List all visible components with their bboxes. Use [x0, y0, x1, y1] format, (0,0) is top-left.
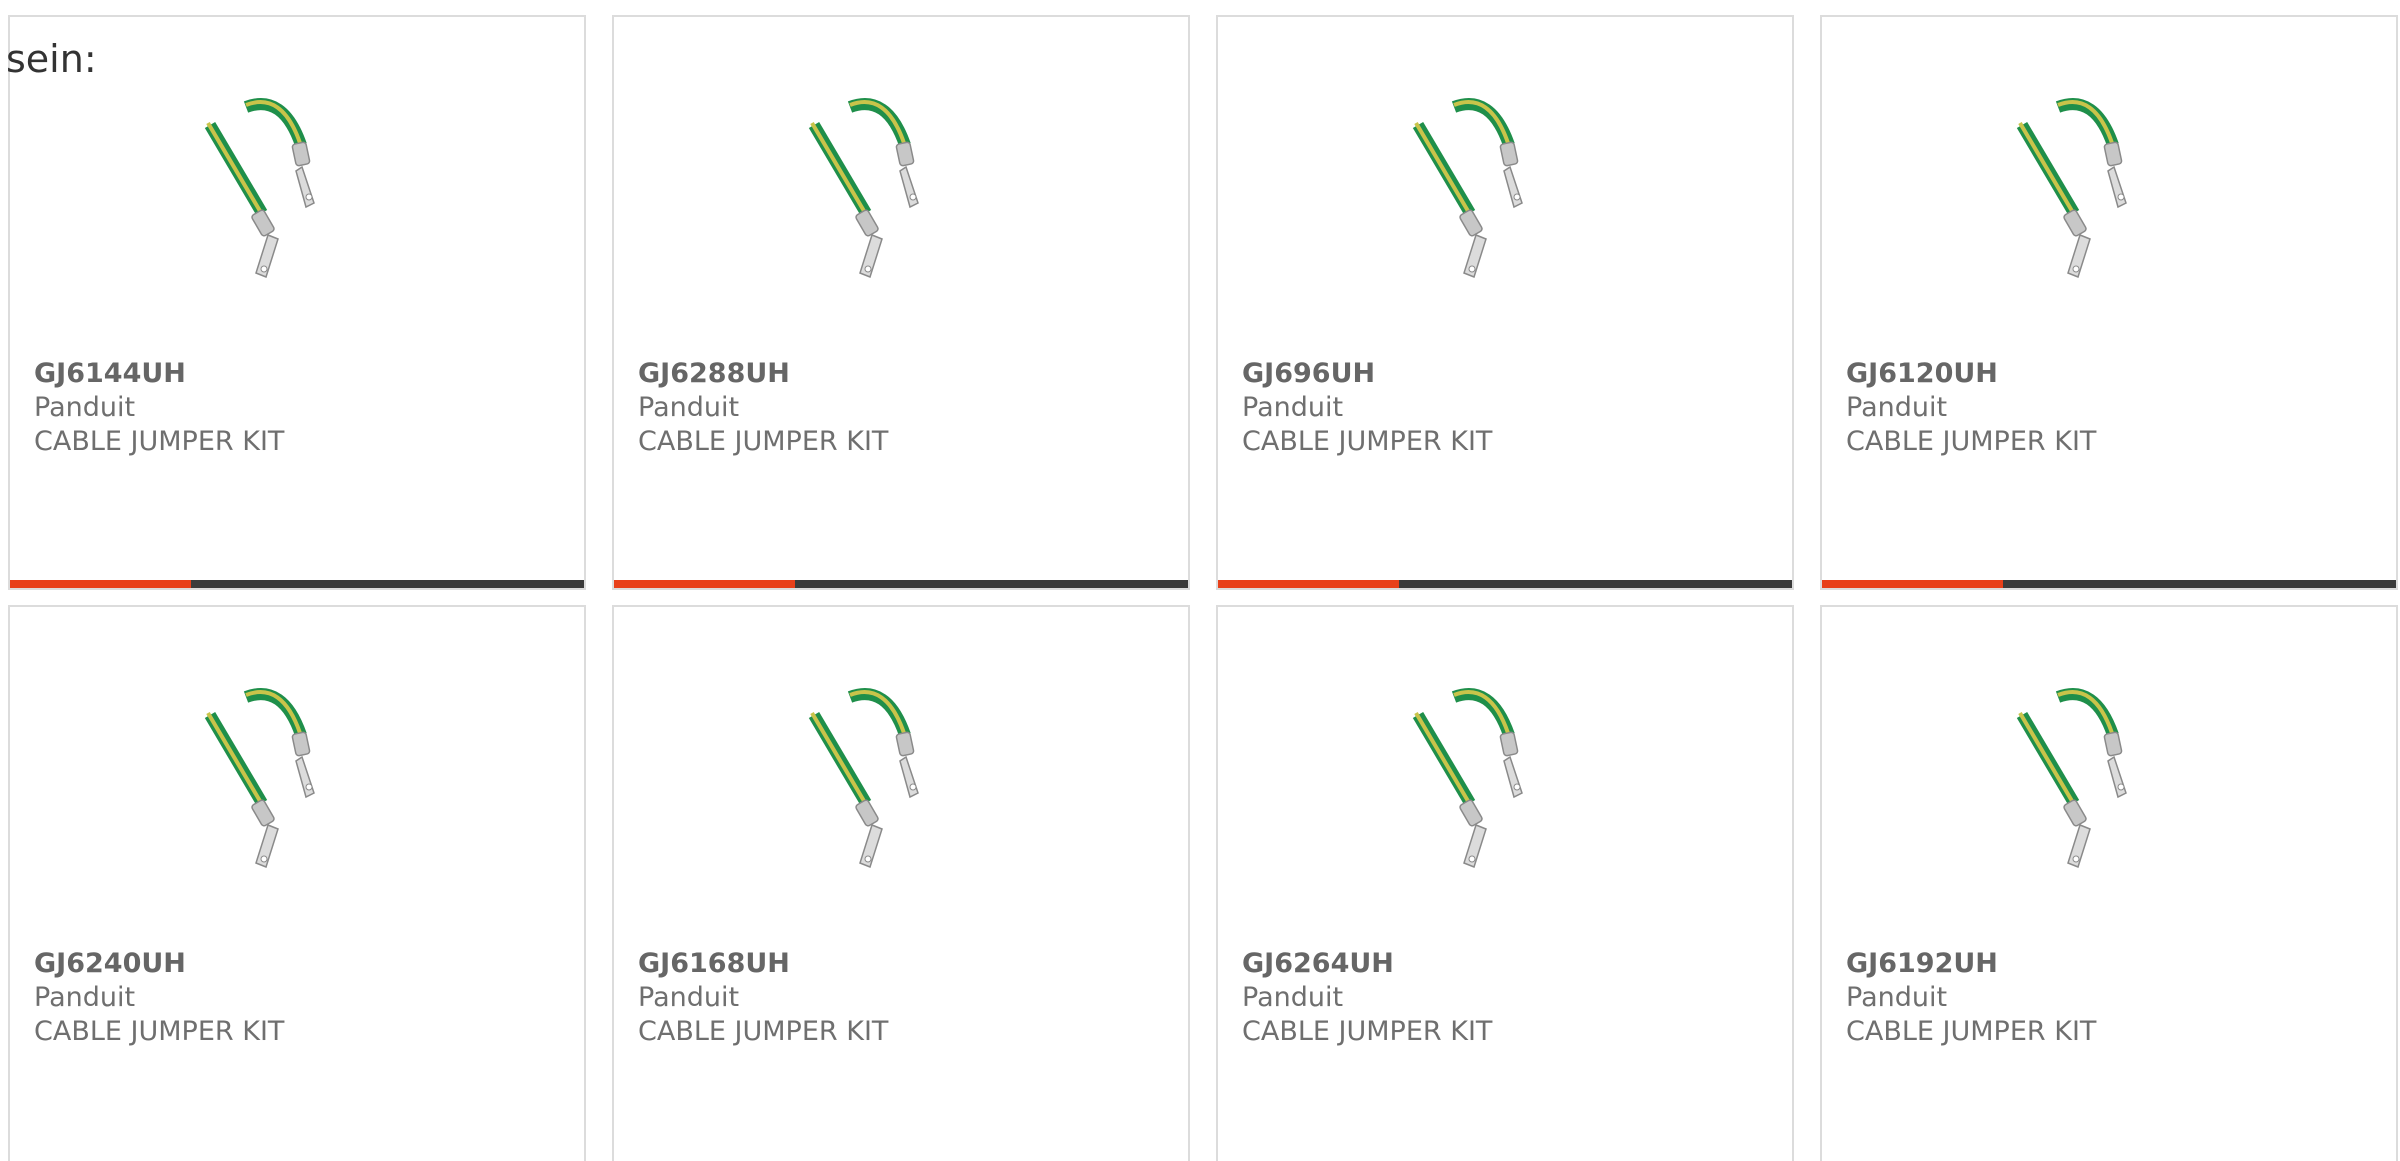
- cable-jumper-image[interactable]: [1396, 675, 1556, 875]
- cable-jumper-image[interactable]: [2000, 85, 2160, 285]
- card-footer-bar: [10, 580, 584, 588]
- cable-jumper-image[interactable]: [792, 675, 952, 875]
- product-description: CABLE JUMPER KIT: [1846, 1016, 2097, 1047]
- card-footer-bar: [1822, 580, 2396, 588]
- product-info: GJ6168UH Panduit CABLE JUMPER KIT: [638, 947, 888, 1049]
- card-footer-bar: [614, 580, 1188, 588]
- product-description: CABLE JUMPER KIT: [1846, 426, 2097, 457]
- product-grid: GJ6144UH Panduit CABLE JUMPER KIT GJ6288…: [8, 15, 2398, 1161]
- cable-jumper-image[interactable]: [188, 675, 348, 875]
- product-brand: Panduit: [1242, 392, 1344, 423]
- product-info: GJ6192UH Panduit CABLE JUMPER KIT: [1846, 947, 2096, 1049]
- product-info: GJ6240UH Panduit CABLE JUMPER KIT: [34, 947, 284, 1049]
- cable-jumper-image[interactable]: [2000, 675, 2160, 875]
- product-sku[interactable]: GJ6120UH: [1846, 357, 2096, 391]
- product-brand: Panduit: [638, 392, 740, 423]
- product-sku[interactable]: GJ6192UH: [1846, 947, 2096, 981]
- product-info: GJ696UH Panduit CABLE JUMPER KIT: [1242, 357, 1492, 459]
- product-sku[interactable]: GJ6288UH: [638, 357, 888, 391]
- product-info: GJ6120UH Panduit CABLE JUMPER KIT: [1846, 357, 2096, 459]
- product-description: CABLE JUMPER KIT: [638, 1016, 889, 1047]
- product-card[interactable]: GJ6288UH Panduit CABLE JUMPER KIT: [612, 15, 1190, 590]
- product-sku[interactable]: GJ6144UH: [34, 357, 284, 391]
- product-card[interactable]: GJ6240UH Panduit CABLE JUMPER KIT: [8, 605, 586, 1161]
- product-brand: Panduit: [638, 982, 740, 1013]
- product-brand: Panduit: [34, 982, 136, 1013]
- cable-jumper-image[interactable]: [792, 85, 952, 285]
- product-brand: Panduit: [1242, 982, 1344, 1013]
- card-footer-bar: [1218, 580, 1792, 588]
- intro-text: sein:: [6, 37, 97, 81]
- product-card[interactable]: GJ6120UH Panduit CABLE JUMPER KIT: [1820, 15, 2398, 590]
- product-sku[interactable]: GJ6264UH: [1242, 947, 1492, 981]
- product-sku[interactable]: GJ6168UH: [638, 947, 888, 981]
- product-card[interactable]: GJ6144UH Panduit CABLE JUMPER KIT: [8, 15, 586, 590]
- product-description: CABLE JUMPER KIT: [34, 1016, 285, 1047]
- product-brand: Panduit: [34, 392, 136, 423]
- product-listing-page: sein: GJ6144UH Panduit CABLE JUMPER KIT …: [0, 0, 2400, 1161]
- product-info: GJ6288UH Panduit CABLE JUMPER KIT: [638, 357, 888, 459]
- card-accent-bar: [1822, 580, 2003, 588]
- product-description: CABLE JUMPER KIT: [1242, 426, 1493, 457]
- card-accent-bar: [1218, 580, 1399, 588]
- product-card[interactable]: GJ6264UH Panduit CABLE JUMPER KIT: [1216, 605, 1794, 1161]
- cable-jumper-image[interactable]: [1396, 85, 1556, 285]
- cable-jumper-image[interactable]: [188, 85, 348, 285]
- product-card[interactable]: GJ6168UH Panduit CABLE JUMPER KIT: [612, 605, 1190, 1161]
- product-description: CABLE JUMPER KIT: [1242, 1016, 1493, 1047]
- product-description: CABLE JUMPER KIT: [638, 426, 889, 457]
- product-card[interactable]: GJ696UH Panduit CABLE JUMPER KIT: [1216, 15, 1794, 590]
- product-brand: Panduit: [1846, 392, 1948, 423]
- card-accent-bar: [10, 580, 191, 588]
- card-accent-bar: [614, 580, 795, 588]
- product-card[interactable]: GJ6192UH Panduit CABLE JUMPER KIT: [1820, 605, 2398, 1161]
- product-description: CABLE JUMPER KIT: [34, 426, 285, 457]
- product-info: GJ6264UH Panduit CABLE JUMPER KIT: [1242, 947, 1492, 1049]
- product-sku[interactable]: GJ696UH: [1242, 357, 1492, 391]
- product-sku[interactable]: GJ6240UH: [34, 947, 284, 981]
- product-info: GJ6144UH Panduit CABLE JUMPER KIT: [34, 357, 284, 459]
- product-brand: Panduit: [1846, 982, 1948, 1013]
